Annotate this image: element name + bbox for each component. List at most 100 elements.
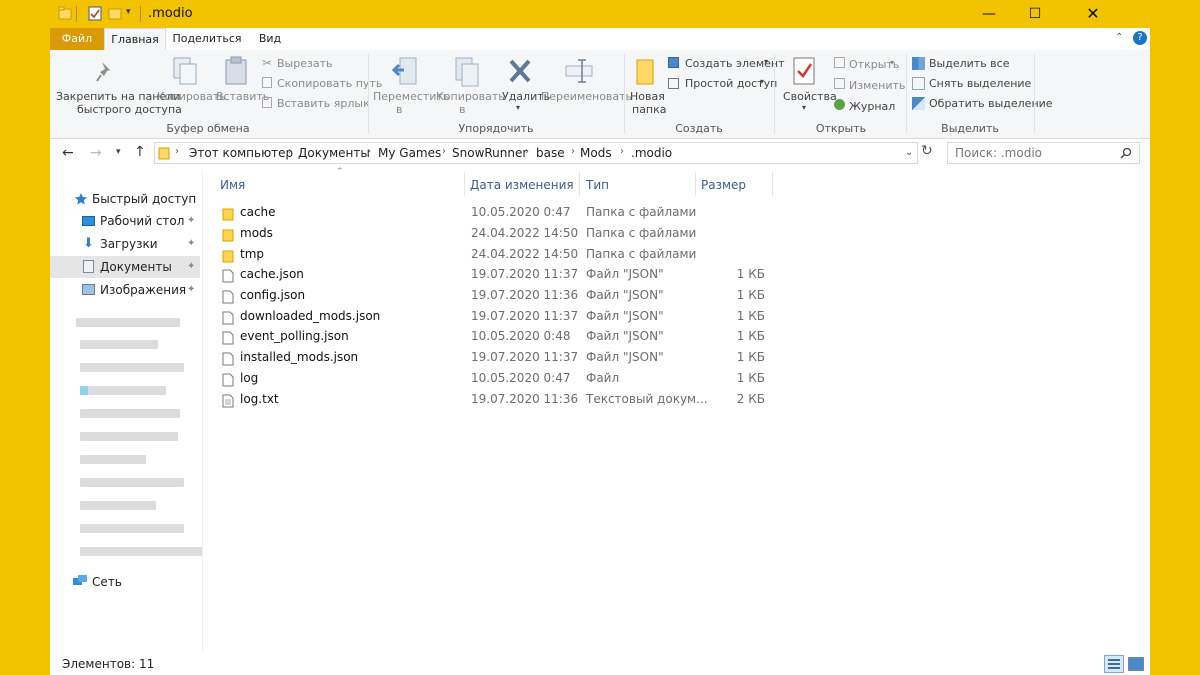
history-icon[interactable] [834,99,845,110]
column-header-type[interactable]: Тип [586,174,609,196]
select-none-button[interactable]: Снять выделение [929,77,1031,90]
breadcrumb-mods[interactable]: Mods [580,146,612,160]
select-all-icon[interactable] [912,57,925,70]
help-icon[interactable]: ? [1133,31,1147,45]
file-row[interactable]: tmp 24.04.2022 14:50 Папка с файлами [220,245,780,265]
search-icon[interactable] [1120,147,1132,159]
tab-share[interactable]: Поделиться [172,28,242,50]
easy-access-icon[interactable] [668,78,679,89]
select-all-button[interactable]: Выделить все [929,57,1009,70]
breadcrumb-separator[interactable]: › [367,146,371,157]
pin-icon[interactable] [94,60,116,84]
nav-network[interactable]: Сеть [92,571,122,593]
forward-button[interactable]: → [90,145,102,161]
collapse-ribbon-icon[interactable]: ⌃ [1115,32,1123,43]
up-button[interactable]: ↑ [134,144,146,160]
file-row[interactable]: event_polling.json 10.05.2020 0:48 Файл "J… [220,327,780,347]
breadcrumb-snowrunner[interactable]: SnowRunner [452,146,527,160]
back-button[interactable]: ← [62,145,74,161]
file-row[interactable]: downloaded_mods.json 19.07.2020 11:37 Файл… [220,307,780,327]
search-box[interactable]: Поиск: .modio [947,142,1140,164]
close-button[interactable]: ✕ [1058,0,1128,28]
copy-to-button-line1[interactable]: Копировать [436,90,505,103]
paste-shortcut-button[interactable]: Вставить ярлык [277,97,370,110]
column-divider[interactable] [772,172,773,196]
new-item-dropdown-icon[interactable]: ▾ [764,57,768,66]
recent-locations-icon[interactable]: ▾ [116,147,121,157]
open-icon[interactable] [834,57,845,68]
breadcrumb-separator[interactable]: › [620,146,624,157]
breadcrumb-separator[interactable]: › [288,146,292,157]
column-header-date[interactable]: Дата изменения [470,174,574,196]
maximize-button[interactable]: ☐ [1012,0,1058,28]
properties-icon[interactable] [792,56,816,86]
scissors-icon[interactable]: ✂ [262,56,272,70]
refresh-button[interactable]: ↻ [921,143,933,159]
file-row[interactable]: installed_mods.json 19.07.2020 11:37 Файл … [220,348,780,368]
copy-to-icon[interactable] [454,56,480,88]
breadcrumb-separator[interactable]: › [175,146,179,157]
edit-button[interactable]: Изменить [849,79,905,92]
delete-icon[interactable] [508,58,532,84]
new-folder-button-line1[interactable]: Новая [630,90,665,103]
edit-icon[interactable] [834,78,845,89]
nav-quick-access[interactable]: Быстрый доступ [92,188,196,210]
nav-downloads[interactable]: Загрузки [100,233,158,255]
easy-access-dropdown-icon[interactable]: ▾ [760,77,764,86]
details-view-button[interactable] [1104,655,1124,673]
paste-shortcut-icon[interactable] [262,97,272,108]
move-to-button-line2[interactable]: в [396,103,402,116]
nav-pictures[interactable]: Изображения [100,279,186,301]
breadcrumb-this-pc[interactable]: Этот компьютер [189,146,293,160]
breadcrumb-documents[interactable]: Документы [298,146,370,160]
file-row[interactable]: log 10.05.2020 0:47 Файл 1 КБ [220,369,780,389]
copy-to-button-line2[interactable]: в [459,103,465,116]
rename-icon[interactable] [564,58,594,84]
file-row[interactable]: cache.json 19.07.2020 11:37 Файл "JSON" 1 К… [220,265,780,285]
column-header-name[interactable]: Имя [220,174,245,196]
minimize-button[interactable]: — [966,0,1012,28]
nav-documents[interactable]: Документы [100,256,172,278]
column-divider[interactable] [695,172,696,196]
breadcrumb-separator[interactable]: › [571,146,575,157]
pin-to-quick-access-label-2[interactable]: быстрого доступа [77,103,182,116]
address-dropdown-icon[interactable]: ⌄ [905,147,913,158]
customize-quick-access-icon[interactable]: ▾ [126,7,131,17]
tab-view[interactable]: Вид [254,28,286,50]
breadcrumb-separator[interactable]: › [525,146,529,157]
invert-selection-icon[interactable] [912,97,925,110]
breadcrumb-separator[interactable]: › [442,146,446,157]
properties-quick-icon[interactable] [88,6,102,21]
copy-icon[interactable] [172,56,198,86]
cut-button[interactable]: Вырезать [277,57,332,70]
tab-home[interactable]: Главная [104,28,166,50]
breadcrumb-my-games[interactable]: My Games [378,146,441,160]
select-none-icon[interactable] [912,77,925,90]
tab-file[interactable]: Файл [50,28,104,50]
file-row[interactable]: cache 10.05.2020 0:47 Папка с файлами [220,203,780,223]
properties-button[interactable]: Свойства [783,90,837,103]
new-item-button[interactable]: Создать элемент [685,57,785,70]
rename-button[interactable]: Переименовать [541,90,632,103]
copy-path-button[interactable]: Скопировать путь [277,77,382,90]
paste-icon[interactable] [224,56,248,86]
search-input[interactable]: Поиск: .modio [955,146,1042,160]
new-folder-quick-icon[interactable] [108,6,122,21]
nav-desktop[interactable]: Рабочий стол [100,210,184,232]
column-divider[interactable] [579,172,580,196]
pane-splitter[interactable] [202,170,203,652]
properties-dropdown-icon[interactable]: ▾ [802,103,806,112]
open-dropdown-icon[interactable]: ▾ [890,58,894,67]
new-folder-icon[interactable] [634,56,656,86]
breadcrumb-base[interactable]: base [536,146,565,160]
file-row[interactable]: mods 24.04.2022 14:50 Папка с файлами [220,224,780,244]
history-button[interactable]: Журнал [849,100,895,113]
move-to-icon[interactable] [392,56,420,88]
file-row[interactable]: config.json 19.07.2020 11:36 Файл "JSON" 1 … [220,286,780,306]
copy-path-icon[interactable] [262,77,272,88]
delete-dropdown-icon[interactable]: ▾ [516,103,520,112]
new-folder-button-line2[interactable]: папка [632,103,667,116]
file-row[interactable]: log.txt 19.07.2020 11:36 Текстовый докум..… [220,390,780,410]
large-icons-view-button[interactable] [1128,657,1144,671]
column-divider[interactable] [464,172,465,196]
